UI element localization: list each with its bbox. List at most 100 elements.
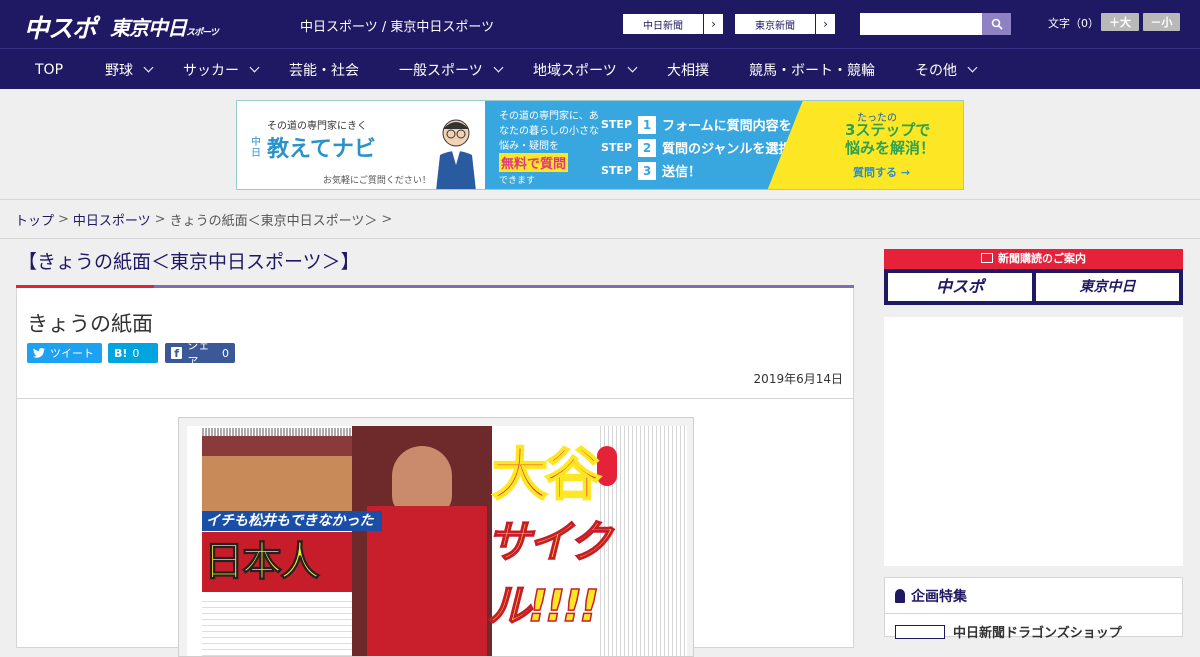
sidebar-ad-slot xyxy=(884,317,1183,566)
consultant-illustration-icon xyxy=(436,119,476,189)
chunichi-shimbun-label: 中日新聞 xyxy=(643,20,683,32)
paper-headline-main: サイクル!!!! xyxy=(486,516,613,633)
nav-label: サッカー xyxy=(183,62,239,79)
nav-label: 競馬・ボート・競輪 xyxy=(749,62,875,79)
paper-badge xyxy=(597,446,617,486)
nav-label: 大相撲 xyxy=(667,62,709,79)
tokyo-logo-text: 東京中日 xyxy=(110,16,187,40)
chevron-down-icon xyxy=(627,62,638,73)
search-icon xyxy=(991,18,1003,30)
hatena-bookmark-button[interactable]: B! 0 xyxy=(108,343,158,363)
banner-mid-suffix: できます xyxy=(499,176,536,186)
facebook-share-button[interactable]: f シェア 0 xyxy=(165,339,235,368)
subscription-banner[interactable]: 新聞購読のご案内 中スポ 東京中日 xyxy=(884,249,1183,305)
subscription-heading: 新聞購読のご案内 xyxy=(884,249,1183,269)
breadcrumb-separator: > xyxy=(381,211,393,227)
font-smaller-button[interactable]: －小 xyxy=(1143,13,1180,31)
paper-sequence-photo xyxy=(202,436,352,511)
step-number: 2 xyxy=(638,138,657,157)
nav-item-soccer[interactable]: サッカー xyxy=(183,49,260,90)
feature-item[interactable]: 中日新聞ドラゴンズショップ xyxy=(895,622,1122,641)
feature-heading-text: 企画特集 xyxy=(911,588,967,605)
main-nav: TOP 野球 サッカー 芸能・社会 一般スポーツ 地域スポーツ 大相撲 競馬・ボ… xyxy=(0,48,1200,89)
nav-label: TOP xyxy=(35,61,64,78)
nav-item-general-sports[interactable]: 一般スポーツ xyxy=(399,49,504,90)
nav-item-baseball[interactable]: 野球 xyxy=(105,49,154,90)
banner-tagline: その道の専門家にきく xyxy=(267,121,367,132)
banner-right-line2: 悩みを解消！ xyxy=(845,139,936,157)
font-size-label: 文字（0） xyxy=(1048,17,1099,30)
newspaper-icon xyxy=(981,253,993,263)
chuspo-subscribe-logo[interactable]: 中スポ xyxy=(888,273,1032,301)
banner-left: その道の専門家にきく 中日 教えてナビ お気軽にご質問ください！ xyxy=(237,101,485,189)
newspaper-front-page-image: イチも松井もできなかった 日本人初 大谷 サイクル!!!! xyxy=(187,426,687,656)
facebook-icon: f xyxy=(171,347,183,360)
article-date: 2019年6月14日 xyxy=(753,372,843,386)
step-label: STEP xyxy=(601,118,633,131)
tokyo-shimbun-label: 東京新聞 xyxy=(755,20,795,32)
feature-thumbnail xyxy=(895,624,945,639)
paper-main-photo xyxy=(352,426,492,656)
step-text: 送信！ xyxy=(662,165,702,180)
nav-label: 野球 xyxy=(105,62,133,79)
site-title: 中日スポーツ / 東京中日スポーツ xyxy=(300,20,495,35)
nav-item-other[interactable]: その他 xyxy=(915,49,978,90)
breadcrumb-current: きょうの紙面＜東京中日スポーツ＞ xyxy=(169,213,378,229)
step-number: 3 xyxy=(638,161,657,180)
paper-headline-name: 大谷 xyxy=(491,442,602,509)
nav-item-entertainment[interactable]: 芸能・社会 xyxy=(289,49,359,90)
nav-item-top[interactable]: TOP xyxy=(35,49,63,90)
chunichi-shimbun-link[interactable]: 中日新聞 › xyxy=(622,13,724,35)
tokyo-chunichi-subscribe-logo[interactable]: 東京中日 xyxy=(1036,273,1179,301)
paper-score-table xyxy=(202,596,352,656)
twitter-icon xyxy=(33,348,45,358)
nav-label: 一般スポーツ xyxy=(399,62,483,79)
nav-label: 芸能・社会 xyxy=(289,62,359,79)
nav-item-regional-sports[interactable]: 地域スポーツ xyxy=(533,49,638,90)
breadcrumb-separator: > xyxy=(154,211,166,227)
banner-free-label: 無料で質問 xyxy=(499,153,569,172)
banner-question-button[interactable]: 質問する → xyxy=(853,164,910,180)
tweet-label: ツイート xyxy=(50,347,94,360)
step-label: STEP xyxy=(601,164,633,177)
nav-label: 地域スポーツ xyxy=(533,62,617,79)
step-label: STEP xyxy=(601,141,633,154)
ad-banner-area: その道の専門家にきく 中日 教えてナビ お気軽にご質問ください！ その道の専門家… xyxy=(0,89,1200,200)
page-title: きょうの紙面 xyxy=(27,312,153,336)
feature-heading: 企画特集 xyxy=(885,578,1182,614)
site-header: 中スポ 東京中日スポーツ 中日スポーツ / 東京中日スポーツ 中日新聞 › 東京… xyxy=(0,0,1200,48)
paper-sub-headline: イチも松井もできなかった xyxy=(202,511,382,531)
paper-caption-lines xyxy=(202,428,352,436)
chevron-right-icon: › xyxy=(815,14,835,34)
chevron-down-icon xyxy=(493,62,504,73)
paper-headline-left: 日本人初 xyxy=(202,532,352,646)
tweet-button[interactable]: ツイート xyxy=(27,343,102,363)
search-input[interactable] xyxy=(860,13,982,35)
banner-brand-prefix: 中日 xyxy=(251,137,261,159)
chuspo-logo[interactable]: 中スポ xyxy=(24,9,97,45)
banner-footnote: お気軽にご質問ください！ xyxy=(323,176,431,186)
step-text: 質問のジャンルを選択 xyxy=(662,142,792,157)
breadcrumb-separator: > xyxy=(58,211,69,227)
breadcrumb: トップ > 中日スポーツ > きょうの紙面＜東京中日スポーツ＞ > xyxy=(0,200,1200,239)
nav-label: その他 xyxy=(915,62,957,79)
step-number: 1 xyxy=(638,115,657,134)
hatena-icon: B! xyxy=(114,346,128,360)
newspaper-image-frame[interactable]: イチも松井もできなかった 日本人初 大谷 サイクル!!!! xyxy=(178,417,694,657)
nav-item-sumo[interactable]: 大相撲 xyxy=(667,49,709,90)
section-heading: 【きょうの紙面＜東京中日スポーツ＞】 xyxy=(18,251,360,273)
nav-item-racing[interactable]: 競馬・ボート・競輪 xyxy=(749,49,875,90)
feature-box: 企画特集 中日新聞ドラゴンズショップ xyxy=(884,577,1183,641)
chevron-right-icon: › xyxy=(703,14,723,34)
font-larger-button[interactable]: ＋大 xyxy=(1101,13,1139,31)
chevron-down-icon xyxy=(967,62,978,73)
search-button[interactable] xyxy=(982,13,1011,35)
facebook-label: シェア xyxy=(187,339,210,368)
banner-right-line1: 3ステップで xyxy=(845,121,931,139)
breadcrumb-top[interactable]: トップ xyxy=(15,210,54,229)
tokyo-shimbun-link[interactable]: 東京新聞 › xyxy=(734,13,836,35)
breadcrumb-chunichi-sports[interactable]: 中日スポーツ xyxy=(73,210,151,229)
article-card: きょうの紙面 ツイート B! 0 f シェア 0 2019年6月14日 イチも松… xyxy=(16,288,854,657)
tokyo-chunichi-logo[interactable]: 東京中日スポーツ xyxy=(110,12,219,41)
oshiete-navi-banner[interactable]: その道の専門家にきく 中日 教えてナビ お気軽にご質問ください！ その道の専門家… xyxy=(236,100,964,190)
